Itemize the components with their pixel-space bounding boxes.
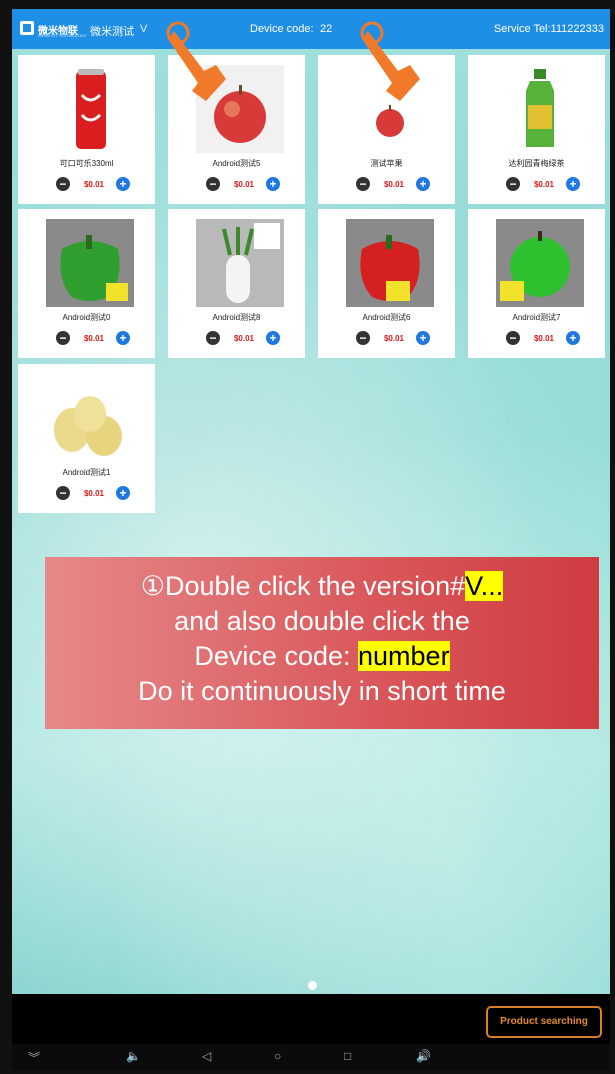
instruction-overlay: ①Double click the version#V... and also … bbox=[45, 557, 599, 729]
app-name: 微米测试 bbox=[90, 26, 134, 38]
product-name: Android测试0 bbox=[62, 313, 111, 322]
volume-up-icon[interactable]: 🔊 bbox=[416, 1049, 431, 1063]
volume-down-icon[interactable]: 🔈 bbox=[126, 1049, 141, 1063]
product-card[interactable]: Android测试8 − $0.01 + bbox=[168, 209, 305, 358]
bottom-panel: Product searching bbox=[12, 994, 610, 1044]
product-name: Android测试7 bbox=[512, 313, 561, 322]
cola-can-icon bbox=[76, 69, 106, 149]
product-price: $0.01 bbox=[233, 180, 255, 189]
minus-button[interactable]: − bbox=[206, 177, 220, 191]
product-card[interactable]: Android测试0 − $0.01 + bbox=[18, 209, 155, 358]
pointing-hand-icon bbox=[166, 21, 226, 101]
collapse-icon[interactable]: ︾ bbox=[28, 1049, 40, 1066]
service-tel: Service Tel:111222333 bbox=[493, 23, 604, 35]
overlay-highlight-version: V... bbox=[465, 571, 504, 601]
product-price: $0.01 bbox=[383, 180, 405, 189]
plus-button[interactable]: + bbox=[566, 177, 580, 191]
overlay-line2: and also double click the bbox=[174, 606, 470, 636]
product-card[interactable]: Android测试6 − $0.01 + bbox=[318, 209, 455, 358]
product-name: Android测试8 bbox=[212, 313, 261, 322]
plus-button[interactable]: + bbox=[116, 331, 130, 345]
product-card[interactable]: Android测试1 − $0.01 + bbox=[18, 364, 155, 513]
product-price: $0.01 bbox=[83, 334, 105, 343]
pears-icon bbox=[54, 396, 122, 456]
plus-button[interactable]: + bbox=[416, 331, 430, 345]
device-code-label[interactable]: Device code: bbox=[250, 23, 314, 35]
product-card[interactable]: 可口可乐330ml − $0.01 + bbox=[18, 55, 155, 204]
recents-icon[interactable]: □ bbox=[344, 1049, 351, 1063]
minus-button[interactable]: − bbox=[506, 331, 520, 345]
product-card[interactable]: Android测试7 − $0.01 + bbox=[468, 209, 605, 358]
plus-button[interactable]: + bbox=[116, 486, 130, 500]
minus-button[interactable]: − bbox=[206, 331, 220, 345]
product-price: $0.01 bbox=[83, 489, 105, 498]
product-price: $0.01 bbox=[533, 334, 555, 343]
top-bar: 微米物联 WEIMI IOT TECHNOLOGY 微米测试 V Device … bbox=[12, 9, 610, 49]
product-name: Android测试6 bbox=[362, 313, 411, 322]
green-pepper-icon bbox=[46, 219, 134, 307]
product-name: Android测试5 bbox=[212, 159, 261, 168]
minus-button[interactable]: − bbox=[356, 177, 370, 191]
plus-button[interactable]: + bbox=[566, 331, 580, 345]
brand-subtitle: WEIMI IOT TECHNOLOGY bbox=[38, 33, 87, 38]
tea-bottle-icon bbox=[526, 69, 554, 147]
product-price: $0.01 bbox=[233, 334, 255, 343]
plus-button[interactable]: + bbox=[266, 177, 280, 191]
back-icon[interactable]: ◁ bbox=[202, 1049, 211, 1063]
product-search-button[interactable]: Product searching bbox=[486, 1006, 602, 1038]
plus-button[interactable]: + bbox=[416, 177, 430, 191]
overlay-line3: Device code: bbox=[194, 641, 359, 671]
overlay-line4: Do it continuously in short time bbox=[138, 676, 506, 706]
logo-icon bbox=[20, 21, 34, 35]
product-name: 可口可乐330ml bbox=[59, 159, 114, 168]
minus-button[interactable]: − bbox=[56, 331, 70, 345]
home-icon[interactable]: ○ bbox=[274, 1049, 281, 1063]
minus-button[interactable]: − bbox=[506, 177, 520, 191]
minus-button[interactable]: − bbox=[56, 177, 70, 191]
kiosk-screen: 微米物联 WEIMI IOT TECHNOLOGY 微米测试 V Device … bbox=[12, 9, 610, 1070]
plus-button[interactable]: + bbox=[266, 331, 280, 345]
product-price: $0.01 bbox=[533, 180, 555, 189]
product-card[interactable]: 达利园青梅绿茶 − $0.01 + bbox=[468, 55, 605, 204]
product-price: $0.01 bbox=[383, 334, 405, 343]
minus-button[interactable]: − bbox=[56, 486, 70, 500]
plus-button[interactable]: + bbox=[116, 177, 130, 191]
radish-icon bbox=[196, 219, 284, 307]
device-code-number[interactable]: 22 bbox=[320, 23, 332, 35]
product-name: 测试苹果 bbox=[370, 159, 403, 168]
red-pepper-icon bbox=[346, 219, 434, 307]
pointing-hand-icon bbox=[360, 21, 420, 101]
product-name: 达利园青梅绿茶 bbox=[508, 159, 565, 168]
version-label[interactable]: V bbox=[140, 23, 147, 35]
overlay-highlight-number: number bbox=[358, 641, 450, 671]
system-nav-bar: ︾ 🔈 ◁ ○ □ 🔊 bbox=[12, 1044, 610, 1070]
product-price: $0.01 bbox=[83, 180, 105, 189]
overlay-line1: ①Double click the version# bbox=[140, 571, 466, 601]
green-apple-icon bbox=[496, 219, 584, 307]
product-name: Android测试1 bbox=[62, 468, 111, 477]
page-indicator-dot[interactable] bbox=[308, 981, 317, 990]
minus-button[interactable]: − bbox=[356, 331, 370, 345]
